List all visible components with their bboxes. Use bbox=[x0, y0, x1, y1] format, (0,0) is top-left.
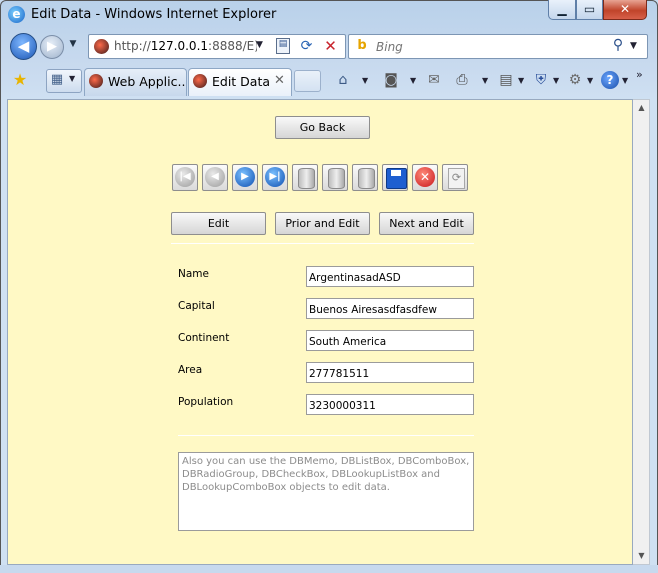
close-window-button[interactable]: ✕ bbox=[603, 0, 647, 20]
delete-record-icon bbox=[358, 168, 375, 189]
url-rest: :8888/E) bbox=[208, 39, 257, 53]
capital-label: Capital bbox=[178, 300, 215, 312]
back-arrow-icon: ◀ bbox=[17, 37, 30, 55]
print-icon[interactable]: ⎙ bbox=[453, 70, 471, 90]
population-field[interactable] bbox=[306, 394, 474, 415]
navigator-delete-button[interactable] bbox=[352, 164, 378, 191]
continent-label: Continent bbox=[178, 332, 230, 344]
next-record-icon: ▶ bbox=[235, 167, 255, 187]
more-commands-chevron-icon[interactable]: » bbox=[636, 68, 643, 81]
area-field[interactable] bbox=[306, 362, 474, 383]
maximize-button[interactable]: ▭ bbox=[576, 0, 603, 20]
search-input[interactable] bbox=[376, 39, 596, 55]
capital-field[interactable] bbox=[306, 298, 474, 319]
last-record-icon: ▶| bbox=[265, 167, 285, 187]
address-url[interactable]: http://127.0.0.1:8888/E) bbox=[114, 39, 257, 53]
url-prefix: http:// bbox=[114, 39, 151, 53]
cancel-icon: ✕ bbox=[415, 167, 435, 187]
home-icon[interactable]: ⌂ bbox=[333, 70, 353, 90]
address-dropdown-icon[interactable]: ▼ bbox=[256, 40, 263, 50]
tab-favicon-icon bbox=[89, 74, 103, 88]
navigator-last-button[interactable]: ▶| bbox=[262, 164, 288, 191]
close-tab-icon[interactable]: ✕ bbox=[274, 73, 285, 88]
divider bbox=[171, 243, 474, 244]
refresh-data-icon: ⟳ bbox=[448, 168, 465, 189]
navigator-add-button[interactable] bbox=[322, 164, 348, 191]
tab-label: Web Applic... bbox=[108, 74, 185, 89]
rss-feed-icon[interactable]: ◙ bbox=[382, 70, 400, 90]
navigator-next-button[interactable]: ▶ bbox=[232, 164, 258, 191]
help-icon[interactable]: ? bbox=[601, 71, 619, 89]
safety-dropdown-icon[interactable]: ▼ bbox=[553, 76, 559, 85]
history-dropdown-icon[interactable]: ▼ bbox=[67, 39, 79, 51]
vertical-scrollbar[interactable] bbox=[633, 99, 650, 565]
safety-shield-icon[interactable]: ⛨ bbox=[532, 70, 550, 90]
first-record-icon: |◀ bbox=[175, 167, 195, 187]
print-dropdown-icon[interactable]: ▼ bbox=[482, 76, 488, 85]
home-dropdown-icon[interactable]: ▼ bbox=[362, 76, 368, 85]
insert-record-icon bbox=[298, 168, 315, 189]
search-magnifier-icon[interactable]: ⚲ bbox=[610, 37, 626, 55]
save-icon bbox=[386, 168, 407, 189]
url-host: 127.0.0.1 bbox=[150, 39, 209, 53]
scroll-up-arrow-icon[interactable]: ▲ bbox=[634, 100, 649, 115]
new-tab-button[interactable] bbox=[294, 70, 321, 92]
minimize-button[interactable]: ▁ bbox=[548, 0, 576, 20]
name-label: Name bbox=[178, 268, 209, 280]
window-bottom-frame bbox=[0, 565, 658, 573]
forward-arrow-icon: ▶ bbox=[47, 39, 57, 54]
tools-dropdown-icon[interactable]: ▼ bbox=[587, 76, 593, 85]
compatibility-view-icon[interactable]: ▤ bbox=[276, 38, 290, 54]
bing-icon: b bbox=[357, 38, 367, 53]
edit-button[interactable]: Edit bbox=[171, 212, 266, 235]
area-label: Area bbox=[178, 364, 203, 376]
scroll-down-arrow-icon[interactable]: ▼ bbox=[634, 548, 649, 563]
memo-textarea[interactable]: Also you can use the DBMemo, DBListBox, … bbox=[178, 452, 474, 531]
continent-field[interactable] bbox=[306, 330, 474, 351]
add-record-icon bbox=[328, 168, 345, 189]
navigator-cancel-button[interactable]: ✕ bbox=[412, 164, 438, 191]
navigator-first-button[interactable]: |◀ bbox=[172, 164, 198, 191]
next-and-edit-button[interactable]: Next and Edit bbox=[379, 212, 474, 235]
page-dropdown-icon[interactable]: ▼ bbox=[518, 76, 524, 85]
back-button[interactable]: ◀ bbox=[10, 33, 37, 60]
navigator-post-button[interactable] bbox=[382, 164, 408, 191]
mail-icon[interactable]: ✉ bbox=[426, 70, 442, 90]
search-options-dropdown-icon[interactable]: ▼ bbox=[630, 41, 637, 51]
quick-tabs-icon: ▦ bbox=[50, 72, 64, 87]
tab-favicon-icon bbox=[193, 74, 207, 88]
tools-gear-icon[interactable]: ⚙ bbox=[566, 70, 584, 90]
navigator-prior-button[interactable]: ◀ bbox=[202, 164, 228, 191]
rss-dropdown-icon[interactable]: ▼ bbox=[410, 76, 416, 85]
prior-and-edit-button[interactable]: Prior and Edit bbox=[275, 212, 370, 235]
help-dropdown-icon[interactable]: ▼ bbox=[622, 76, 628, 85]
tab-label: Edit Data bbox=[212, 74, 270, 89]
refresh-icon[interactable]: ⟳ bbox=[298, 38, 315, 55]
tab-list-dropdown-icon[interactable]: ▼ bbox=[69, 74, 75, 83]
go-back-button[interactable]: Go Back bbox=[275, 116, 370, 139]
site-favicon-icon bbox=[94, 39, 109, 54]
prior-record-icon: ◀ bbox=[205, 167, 225, 187]
stop-icon[interactable]: ✕ bbox=[322, 38, 339, 55]
population-label: Population bbox=[178, 396, 234, 408]
name-field[interactable] bbox=[306, 266, 474, 287]
navigator-insert-button[interactable] bbox=[292, 164, 318, 191]
divider bbox=[178, 435, 474, 436]
window-title: Edit Data - Windows Internet Explorer bbox=[31, 7, 277, 22]
page-icon[interactable]: ▤ bbox=[497, 70, 515, 90]
favorites-star-icon[interactable]: ★ bbox=[11, 71, 29, 89]
ie-icon: e bbox=[8, 6, 25, 23]
navigator-refresh-button[interactable]: ⟳ bbox=[442, 164, 468, 191]
forward-button[interactable]: ▶ bbox=[40, 35, 64, 59]
